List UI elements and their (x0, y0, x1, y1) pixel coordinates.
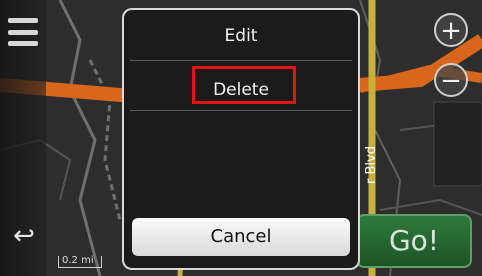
zoom-out-button[interactable]: − (434, 63, 468, 97)
go-button[interactable]: Go! (356, 214, 472, 268)
back-arrow-icon[interactable]: ↩ (9, 222, 39, 250)
divider (130, 110, 352, 111)
delete-option[interactable]: Delete (124, 68, 358, 112)
divider (130, 60, 352, 61)
map-scale: 0.2 mi (58, 256, 102, 268)
edit-option[interactable]: Edit (124, 14, 358, 58)
left-toolbar: ↩ (0, 0, 46, 276)
street-label: r Blvd (364, 146, 379, 184)
hamburger-menu-icon[interactable] (8, 18, 38, 46)
cancel-button[interactable]: Cancel (132, 218, 350, 256)
zoom-in-button[interactable]: + (434, 13, 468, 47)
options-dialog: Edit Delete Cancel (122, 8, 360, 270)
